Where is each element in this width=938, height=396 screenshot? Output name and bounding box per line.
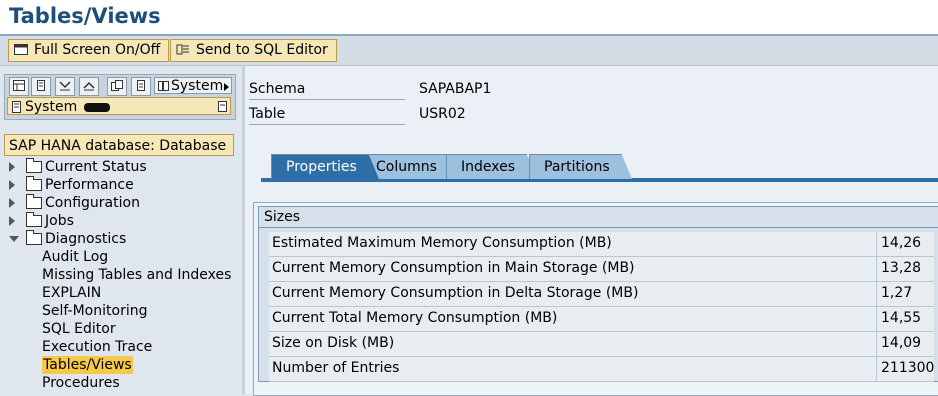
find-icon[interactable] [107,77,127,96]
tab-properties[interactable]: Properties [271,154,379,179]
detail-pane: Schema SAPABAP1 Table USR02 Properties C… [245,66,938,396]
size-row: Current Total Memory Consumption (MB) 14,… [269,307,934,332]
navigation-toolbar: System System [4,74,236,120]
group-divider [259,227,938,228]
open-folder-icon [26,230,42,245]
size-row: Number of Entries 211300 [269,357,934,382]
page-icon[interactable] [31,77,51,96]
schema-value: SAPABAP1 [419,81,492,97]
size-row: Current Memory Consumption in Delta Stor… [269,282,934,307]
size-row: Estimated Maximum Memory Consumption (MB… [269,232,934,257]
sql-editor-icon [176,44,189,55]
expand-arrow-icon[interactable] [9,162,15,172]
fullscreen-button[interactable]: Full Screen On/Off [8,39,170,62]
expand-arrow-icon[interactable] [9,216,15,226]
fullscreen-icon [14,44,28,55]
size-row: Size on Disk (MB) 14,09 [269,332,934,357]
redacted-system-id [84,103,110,112]
schema-label: Schema [249,79,405,100]
sizes-group-title: Sizes [259,207,323,227]
title-bar: Tables/Views [0,0,938,36]
page-title: Tables/Views [9,4,161,28]
system-label: System [25,99,78,115]
tab-indexes[interactable]: Indexes [446,154,538,179]
page-icon[interactable] [218,101,227,112]
database-header: SAP HANA database: Database [4,134,234,156]
tab-partitions[interactable]: Partitions [529,154,632,179]
application-toolbar: Full Screen On/Off Send to SQL Editor [0,36,938,66]
expand-arrow-icon[interactable] [9,180,15,190]
tab-strip: Properties Columns Indexes Partitions [261,154,938,182]
table-label: Table [249,104,405,125]
folder-icon [26,194,42,209]
table-value: USR02 [419,106,466,122]
size-row: Current Memory Consumption in Main Stora… [269,257,934,282]
sizes-group: Sizes Estimated Maximum Memory Consumpti… [258,206,938,382]
system-selector[interactable]: System [7,97,231,115]
folder-icon [26,158,42,173]
expand-arrow-icon[interactable] [9,198,15,208]
folder-icon [26,176,42,191]
fullscreen-label: Full Screen On/Off [34,42,161,58]
navigation-pane: System System SAP HANA database: Databas… [0,66,242,394]
system-dropdown[interactable]: System [154,77,232,94]
expand-all-icon[interactable] [55,77,75,96]
properties-panel: Sizes Estimated Maximum Memory Consumpti… [253,202,938,396]
collapse-all-icon[interactable] [79,77,99,96]
chevron-right-icon [224,83,229,91]
system-icon [158,81,169,91]
send-to-sql-editor-button[interactable]: Send to SQL Editor [170,39,337,62]
list-icon[interactable] [9,77,29,96]
send-to-sql-editor-label: Send to SQL Editor [196,42,328,58]
system-dropdown-label: System [171,78,224,94]
collapse-arrow-icon[interactable] [9,236,19,242]
page-icon[interactable] [131,77,151,96]
server-icon [12,101,21,113]
folder-icon [26,212,42,227]
